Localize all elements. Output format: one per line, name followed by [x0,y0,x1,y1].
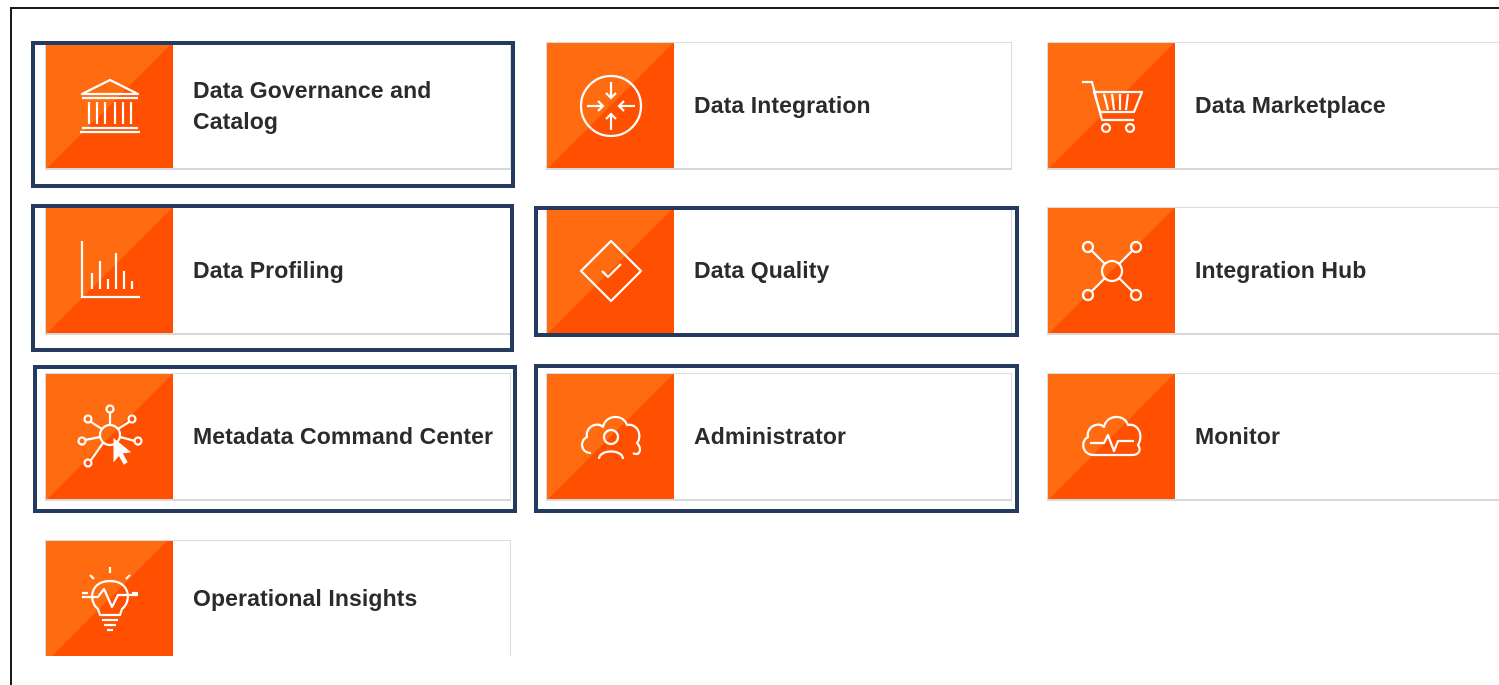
service-label: Metadata Command Center [193,423,494,449]
network-cursor-icon [46,374,173,499]
building-columns-icon [46,43,173,168]
service-label: Administrator [694,423,847,449]
service-card-data-marketplace[interactable]: Data Marketplace [1047,42,1499,170]
service-label: Data Marketplace [1195,92,1386,118]
bar-chart-icon [46,208,173,333]
service-card-data-profiling[interactable]: Data Profiling [45,207,511,335]
service-label: Data Governance and Catalog [193,76,432,134]
service-card-operational-insights[interactable]: Operational Insights [45,540,511,656]
service-card-data-integration[interactable]: Data Integration [546,42,1012,170]
service-label: Data Integration [694,92,871,118]
service-card-administrator[interactable]: Administrator [546,373,1012,501]
service-label: Data Profiling [193,257,344,283]
hub-network-icon [1048,208,1175,333]
shopping-cart-icon [1048,43,1175,168]
lightbulb-pulse-icon [46,541,173,656]
service-card-monitor[interactable]: Monitor [1047,373,1499,501]
service-label: Data Quality [694,257,830,283]
service-label: Monitor [1195,423,1281,449]
service-card-integration-hub[interactable]: Integration Hub [1047,207,1499,335]
service-card-metadata-command-center[interactable]: Metadata Command Center [45,373,511,501]
service-label: Integration Hub [1195,257,1367,283]
diamond-check-icon [547,208,674,333]
arrows-converge-icon [547,43,674,168]
cloud-user-icon [547,374,674,499]
cloud-pulse-icon [1048,374,1175,499]
service-card-data-quality[interactable]: Data Quality [546,207,1012,335]
service-card-data-governance[interactable]: Data Governance and Catalog [45,42,511,170]
service-label: Operational Insights [193,585,418,611]
